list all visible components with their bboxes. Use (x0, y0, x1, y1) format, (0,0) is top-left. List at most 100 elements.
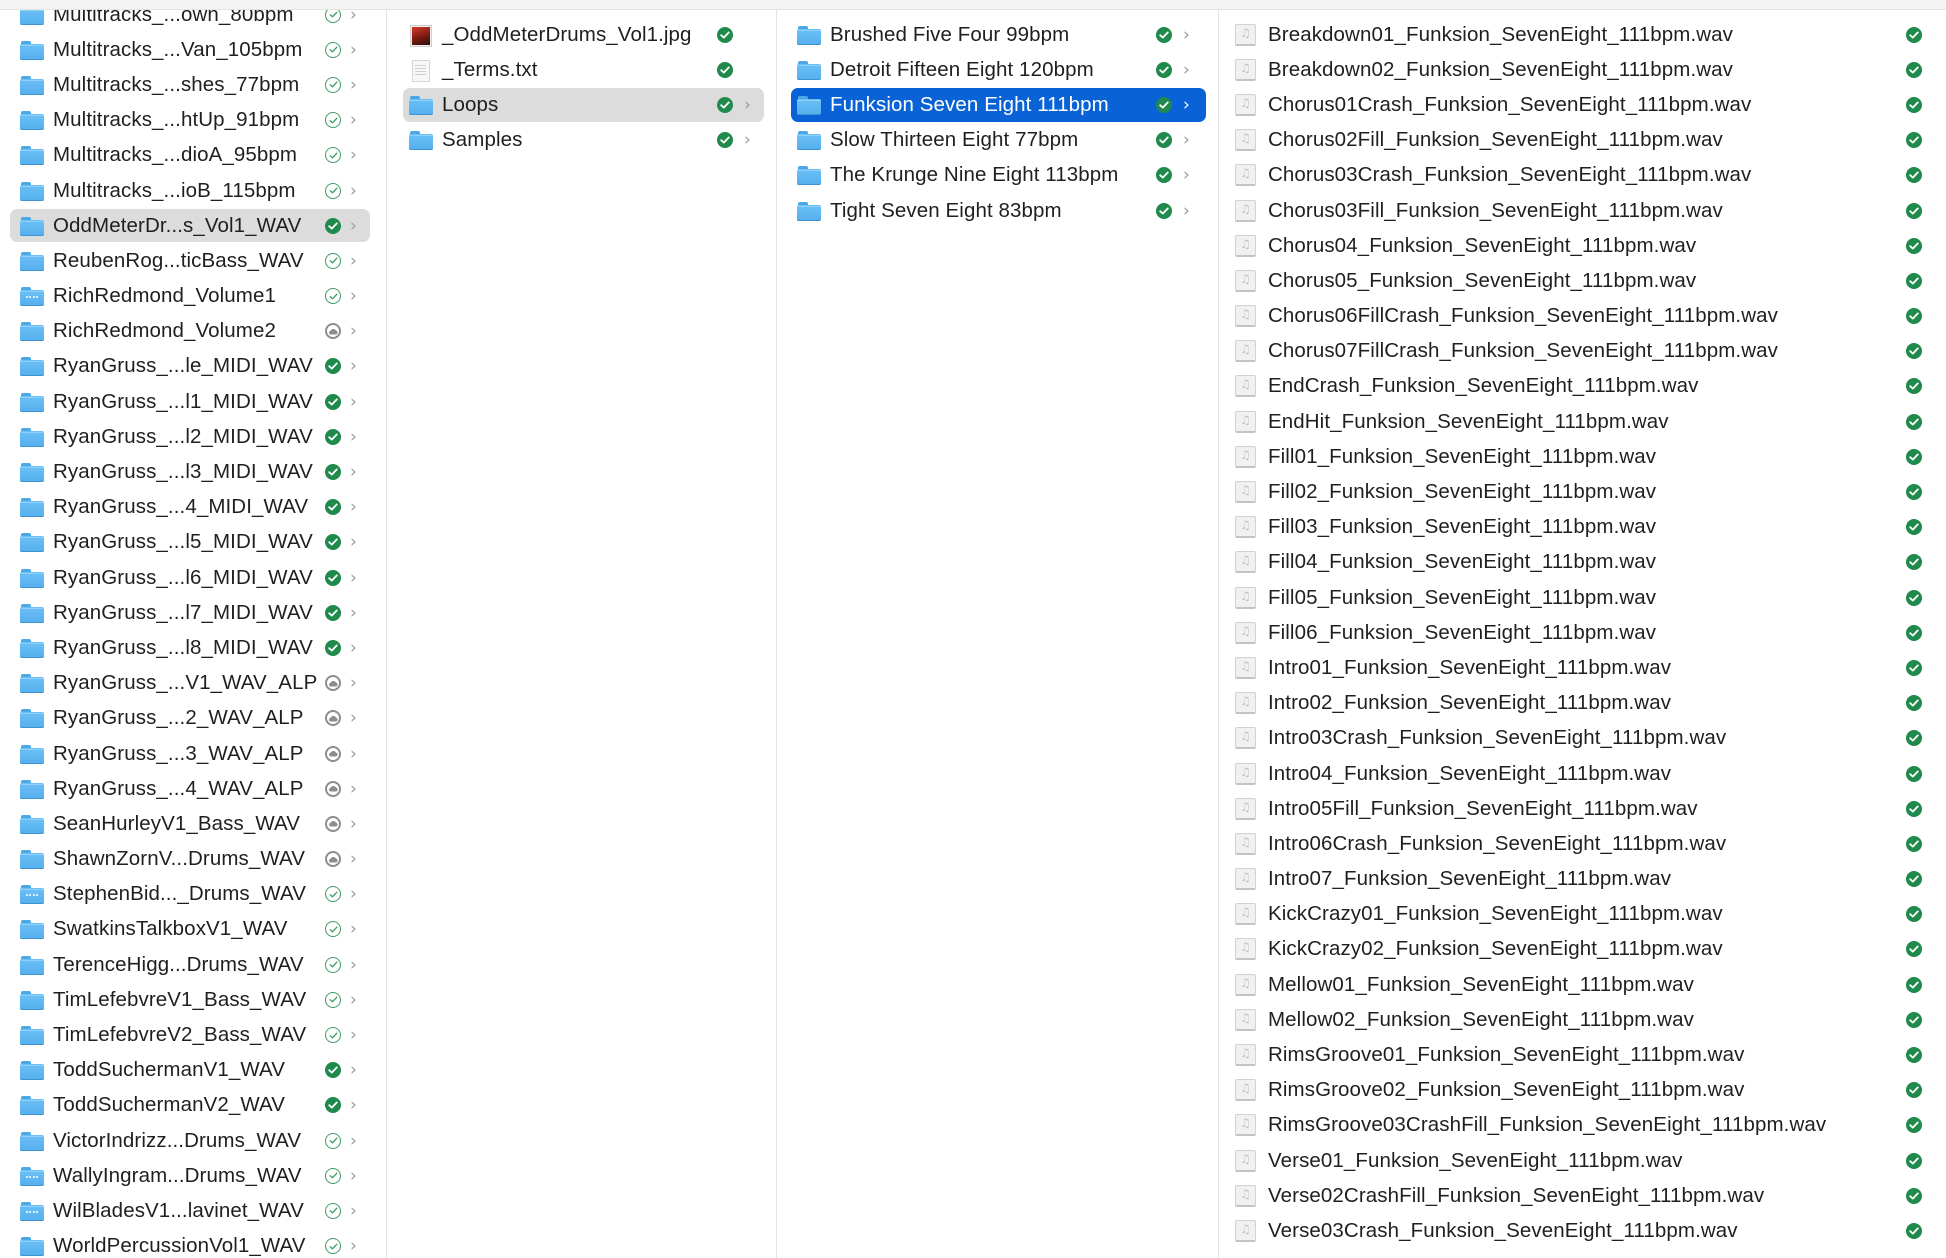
chevron-right-icon[interactable]: › (350, 1200, 357, 1222)
file-row[interactable]: ♫ Chorus04_Funksion_SevenEight_111bpm.wav (1219, 228, 1946, 263)
folder-row[interactable]: RyanGruss_...4_WAV_ALP › (0, 771, 386, 806)
folder-row[interactable]: Slow Thirteen Eight 77bpm › (777, 123, 1218, 158)
folder-row[interactable]: RyanGruss_...3_WAV_ALP › (0, 736, 386, 771)
chevron-right-icon[interactable]: › (350, 707, 357, 729)
folder-row[interactable]: RyanGruss_...2_WAV_ALP › (0, 701, 386, 736)
folder-row[interactable]: SwatkinsTalkboxV1_WAV › (0, 912, 386, 947)
chevron-right-icon[interactable]: › (350, 496, 357, 518)
chevron-right-icon[interactable]: › (350, 39, 357, 61)
chevron-right-icon[interactable]: › (350, 461, 357, 483)
file-row[interactable]: ♫ RimsGroove03CrashFill_Funksion_SevenEig… (1219, 1108, 1946, 1143)
chevron-right-icon[interactable]: › (350, 144, 357, 166)
chevron-right-icon[interactable]: › (350, 1130, 357, 1152)
folder-row[interactable]: Detroit Fifteen Eight 120bpm › (777, 52, 1218, 87)
chevron-right-icon[interactable]: › (1183, 129, 1190, 151)
chevron-right-icon[interactable]: › (1183, 164, 1190, 186)
chevron-right-icon[interactable]: › (350, 109, 357, 131)
chevron-right-icon[interactable]: › (350, 1235, 357, 1257)
chevron-right-icon[interactable]: › (350, 1094, 357, 1116)
chevron-right-icon[interactable]: › (350, 813, 357, 835)
file-row[interactable]: ♫ Chorus03Crash_Funksion_SevenEight_111bp… (1219, 158, 1946, 193)
file-row[interactable]: ♫ Intro06Crash_Funksion_SevenEight_111bpm… (1219, 826, 1946, 861)
folder-row[interactable]: TimLefebvreV2_Bass_WAV › (0, 1017, 386, 1052)
column-funksion-contents[interactable]: ♫ Breakdown01_Funksion_SevenEight_111bpm.… (1219, 10, 1946, 1258)
file-row[interactable]: ♫ Chorus05_Funksion_SevenEight_111bpm.wav (1219, 263, 1946, 298)
chevron-right-icon[interactable]: › (350, 918, 357, 940)
folder-row[interactable]: RyanGruss_...l1_MIDI_WAV › (0, 384, 386, 419)
folder-row[interactable]: Multitracks_...dioA_95bpm › (0, 138, 386, 173)
folder-row[interactable]: ReubenRog...ticBass_WAV › (0, 243, 386, 278)
chevron-right-icon[interactable]: › (350, 989, 357, 1011)
folder-row[interactable]: RyanGruss_...l2_MIDI_WAV › (0, 419, 386, 454)
file-row[interactable]: ♫ RimsGroove01_Funksion_SevenEight_111bpm… (1219, 1037, 1946, 1072)
chevron-right-icon[interactable]: › (350, 74, 357, 96)
folder-row[interactable]: Loops › (387, 87, 776, 122)
folder-row[interactable]: RyanGruss_...4_MIDI_WAV › (0, 490, 386, 525)
file-row[interactable]: ♫ Chorus07FillCrash_Funksion_SevenEight_1… (1219, 334, 1946, 369)
folder-row[interactable]: TimLefebvreV1_Bass_WAV › (0, 982, 386, 1017)
file-row[interactable]: ♫ Breakdown02_Funksion_SevenEight_111bpm.… (1219, 52, 1946, 87)
folder-row[interactable]: Multitracks_...ioB_115bpm › (0, 173, 386, 208)
chevron-right-icon[interactable]: › (350, 215, 357, 237)
file-row[interactable]: ♫ Fill04_Funksion_SevenEight_111bpm.wav (1219, 545, 1946, 580)
chevron-right-icon[interactable]: › (1183, 94, 1190, 116)
chevron-right-icon[interactable]: › (350, 567, 357, 589)
file-row[interactable]: ♫ Breakdown01_Funksion_SevenEight_111bpm.… (1219, 17, 1946, 52)
file-row[interactable]: ♫ Fill01_Funksion_SevenEight_111bpm.wav (1219, 439, 1946, 474)
chevron-right-icon[interactable]: › (350, 180, 357, 202)
file-row[interactable]: ♫ Intro01_Funksion_SevenEight_111bpm.wav (1219, 650, 1946, 685)
file-row[interactable]: ♫ Mellow02_Funksion_SevenEight_111bpm.wav (1219, 1002, 1946, 1037)
chevron-right-icon[interactable]: › (350, 778, 357, 800)
file-row[interactable]: ♫ Intro04_Funksion_SevenEight_111bpm.wav (1219, 756, 1946, 791)
file-row[interactable]: ♫ RimsGroove02_Funksion_SevenEight_111bpm… (1219, 1073, 1946, 1108)
chevron-right-icon[interactable]: › (744, 129, 751, 151)
folder-row[interactable]: RichRedmond_Volume1 › (0, 279, 386, 314)
chevron-right-icon[interactable]: › (350, 848, 357, 870)
chevron-right-icon[interactable]: › (350, 1059, 357, 1081)
folder-row[interactable]: VictorIndrizz...Drums_WAV › (0, 1123, 386, 1158)
column-oddmeter-contents[interactable]: _OddMeterDrums_Vol1.jpg _Terms.txt Loops › S… (387, 10, 777, 1258)
folder-row[interactable]: TerenceHigg...Drums_WAV › (0, 947, 386, 982)
folder-row[interactable]: Multitracks_...own_80bpm › (0, 10, 386, 32)
folder-row[interactable]: ToddSuchermanV2_WAV › (0, 1088, 386, 1123)
file-row[interactable]: ♫ Intro03Crash_Funksion_SevenEight_111bpm… (1219, 721, 1946, 756)
column-libraries[interactable]: Multitracks_...own_80bpm › Multitracks_...… (0, 10, 387, 1258)
folder-row[interactable]: Funksion Seven Eight 111bpm › (777, 87, 1218, 122)
folder-row[interactable]: Multitracks_...shes_77bpm › (0, 67, 386, 102)
file-row[interactable]: ♫ Fill06_Funksion_SevenEight_111bpm.wav (1219, 615, 1946, 650)
file-row[interactable]: ♫ Verse02CrashFill_Funksion_SevenEight_11… (1219, 1178, 1946, 1213)
file-row[interactable]: ♫ Intro02_Funksion_SevenEight_111bpm.wav (1219, 686, 1946, 721)
folder-row[interactable]: WilBladesV1...lavinet_WAV › (0, 1193, 386, 1228)
chevron-right-icon[interactable]: › (350, 10, 357, 26)
chevron-right-icon[interactable]: › (350, 355, 357, 377)
chevron-right-icon[interactable]: › (350, 1024, 357, 1046)
folder-row[interactable]: Samples › (387, 123, 776, 158)
chevron-right-icon[interactable]: › (350, 602, 357, 624)
folder-row[interactable]: RyanGruss_...V1_WAV_ALP › (0, 666, 386, 701)
folder-row[interactable]: RyanGruss_...l6_MIDI_WAV › (0, 560, 386, 595)
chevron-right-icon[interactable]: › (744, 94, 751, 116)
chevron-right-icon[interactable]: › (350, 285, 357, 307)
file-row[interactable]: ♫ Chorus06FillCrash_Funksion_SevenEight_1… (1219, 299, 1946, 334)
folder-row[interactable]: Multitracks_...Van_105bpm › (0, 32, 386, 67)
chevron-right-icon[interactable]: › (350, 883, 357, 905)
file-row[interactable]: ♫ EndCrash_Funksion_SevenEight_111bpm.wav (1219, 369, 1946, 404)
folder-row[interactable]: SeanHurleyV1_Bass_WAV › (0, 806, 386, 841)
chevron-right-icon[interactable]: › (1183, 59, 1190, 81)
file-row[interactable]: ♫ Chorus02Fill_Funksion_SevenEight_111bpm… (1219, 123, 1946, 158)
folder-row[interactable]: RyanGruss_...l3_MIDI_WAV › (0, 454, 386, 489)
file-row[interactable]: ♫ Fill05_Funksion_SevenEight_111bpm.wav (1219, 580, 1946, 615)
folder-row[interactable]: Multitracks_...htUp_91bpm › (0, 103, 386, 138)
file-row[interactable]: ♫ Fill03_Funksion_SevenEight_111bpm.wav (1219, 510, 1946, 545)
file-row[interactable]: ♫ Verse01_Funksion_SevenEight_111bpm.wav (1219, 1143, 1946, 1178)
folder-row[interactable]: StephenBid..._Drums_WAV › (0, 877, 386, 912)
folder-row[interactable]: OddMeterDr...s_Vol1_WAV › (0, 208, 386, 243)
column-loops-contents[interactable]: Brushed Five Four 99bpm › Detroit Fifteen … (777, 10, 1219, 1258)
file-row[interactable]: ♫ Chorus01Crash_Funksion_SevenEight_111bp… (1219, 87, 1946, 122)
folder-row[interactable]: ToddSuchermanV1_WAV › (0, 1053, 386, 1088)
file-row[interactable]: ♫ KickCrazy02_Funksion_SevenEight_111bpm.… (1219, 932, 1946, 967)
chevron-right-icon[interactable]: › (350, 250, 357, 272)
chevron-right-icon[interactable]: › (350, 320, 357, 342)
folder-row[interactable]: RyanGruss_...le_MIDI_WAV › (0, 349, 386, 384)
folder-row[interactable]: ShawnZornV...Drums_WAV › (0, 842, 386, 877)
